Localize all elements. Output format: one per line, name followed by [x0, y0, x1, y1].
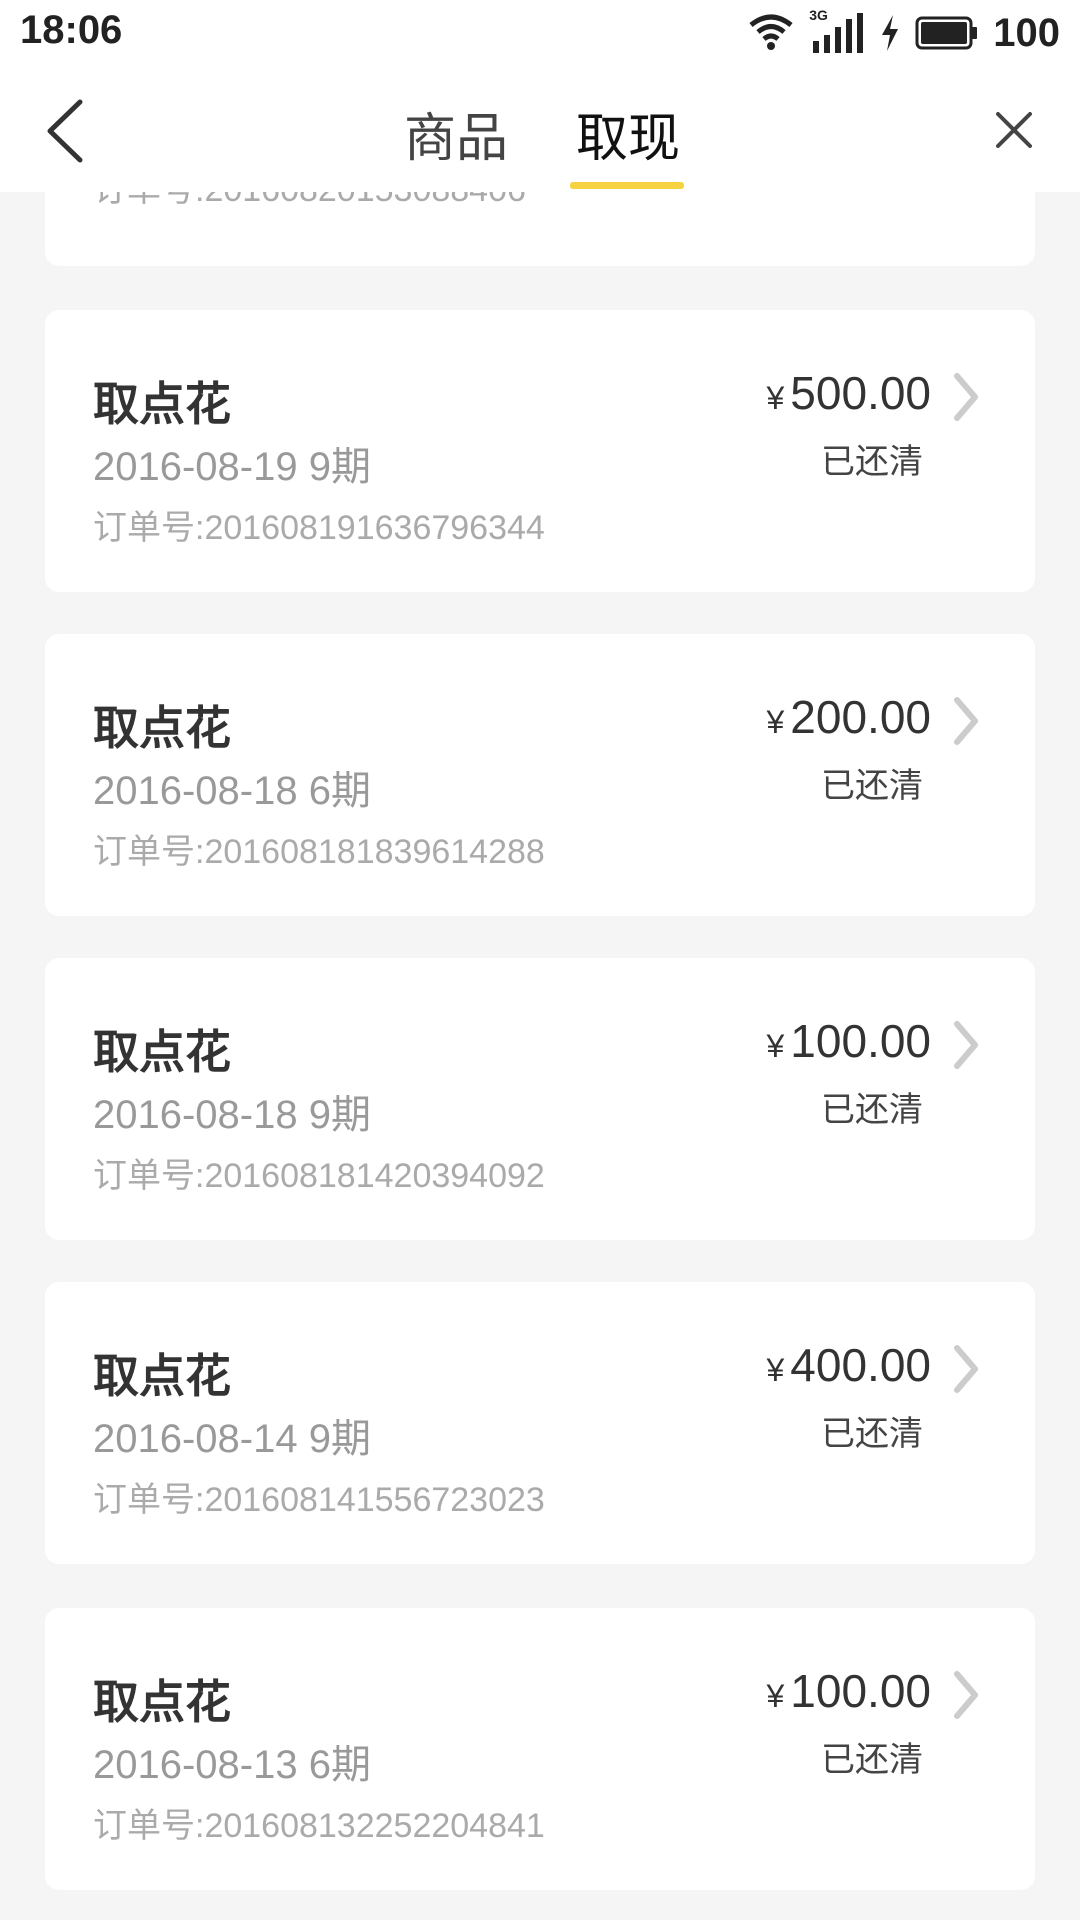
wifi-icon [749, 14, 793, 50]
item-title: 取点花 [93, 1350, 231, 1402]
tab-goods[interactable]: 商品 [404, 96, 508, 171]
close-icon[interactable] [994, 110, 1034, 150]
order-number: 订单号:201608181420394092 [93, 1157, 545, 1195]
status-time: 18:06 [20, 8, 123, 52]
status-badge: 已还清 [821, 1091, 923, 1129]
amount-value: 500.00 [790, 367, 931, 419]
item-date-term: 2016-08-18 9期 [93, 1093, 371, 1137]
amount-value: 100.00 [790, 1665, 931, 1717]
item-amount: ¥400.00 [767, 1338, 932, 1392]
chevron-right-icon [954, 1671, 978, 1719]
status-badge: 已还清 [821, 443, 923, 481]
item-amount: ¥100.00 [767, 1014, 932, 1068]
list-item[interactable]: 取点花 2016-08-18 6期 订单号:201608181839614288… [45, 634, 1035, 916]
currency-symbol: ¥ [766, 1028, 785, 1064]
status-badge: 已还清 [821, 767, 923, 805]
order-number: 订单号:201608132252204841 [93, 1807, 545, 1845]
currency-symbol: ¥ [766, 380, 785, 416]
status-bar: 18:06 3G 100 [0, 0, 1080, 66]
chevron-right-icon [954, 1021, 978, 1069]
item-date-term: 2016-08-14 9期 [93, 1417, 371, 1461]
status-icons: 3G 100 [747, 7, 1060, 58]
chevron-right-icon [954, 373, 978, 421]
item-title: 取点花 [93, 378, 231, 430]
item-amount: ¥100.00 [767, 1664, 932, 1718]
charging-icon [882, 15, 899, 51]
item-date-term: 2016-08-19 9期 [93, 445, 371, 489]
item-title: 取点花 [93, 1026, 231, 1078]
status-badge: 已还清 [821, 1741, 923, 1779]
chevron-right-icon [954, 697, 978, 745]
item-date-term: 2016-08-13 6期 [93, 1743, 371, 1787]
order-number: 订单号:201608191636796344 [93, 509, 545, 547]
currency-symbol: ¥ [766, 1352, 785, 1388]
amount-value: 200.00 [790, 691, 931, 743]
signal-icon: 3G [809, 7, 865, 55]
list-item[interactable]: 取点花 2016-08-19 9期 订单号:201608191636796344… [45, 310, 1035, 592]
list-item[interactable]: 取点花 2016-08-14 9期 订单号:201608141556723023… [45, 1282, 1035, 1564]
tab-cash[interactable]: 取现 [576, 96, 680, 171]
item-title: 取点花 [93, 1676, 231, 1728]
status-badge: 已还清 [821, 1415, 923, 1453]
item-date-term: 2016-08-18 6期 [93, 769, 371, 813]
chevron-right-icon [954, 1345, 978, 1393]
nav-bar: 商品 取现 [0, 66, 1080, 192]
battery-icon [915, 16, 978, 50]
currency-symbol: ¥ [766, 704, 785, 740]
item-amount: ¥200.00 [767, 690, 932, 744]
item-title: 取点花 [93, 702, 231, 754]
active-tab-indicator [570, 182, 684, 189]
order-number: 订单号:201608181839614288 [93, 833, 545, 871]
back-icon[interactable] [40, 96, 90, 166]
amount-value: 400.00 [790, 1339, 931, 1391]
currency-symbol: ¥ [766, 1678, 785, 1714]
amount-value: 100.00 [790, 1015, 931, 1067]
order-number: 订单号:201608141556723023 [93, 1481, 545, 1519]
item-amount: ¥500.00 [767, 366, 932, 420]
list-item[interactable]: 取点花 2016-08-18 9期 订单号:201608181420394092… [45, 958, 1035, 1240]
list-item[interactable]: 取点花 2016-08-13 6期 订单号:201608132252204841… [45, 1608, 1035, 1890]
battery-percent: 100 [993, 10, 1060, 55]
